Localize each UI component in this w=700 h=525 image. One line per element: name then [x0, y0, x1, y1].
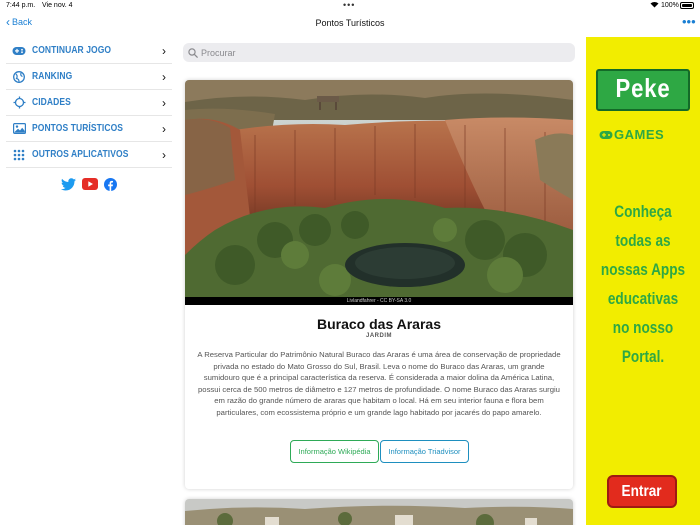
photo-credit: Livlandfahrer - CC BY-SA 3.0 — [185, 297, 573, 305]
gamepad-icon — [599, 127, 613, 145]
more-options-icon[interactable]: ••• — [682, 14, 696, 29]
battery-icon — [680, 2, 694, 9]
tripadvisor-info-button[interactable]: Informação Triadvisor — [380, 440, 469, 463]
multitask-dots-icon[interactable]: ••• — [343, 0, 355, 10]
search-bar[interactable] — [183, 43, 575, 62]
tourist-spot-photo — [185, 80, 573, 305]
spot-city: JARDIM — [365, 333, 392, 339]
sidebar-item-outros-aplicativos[interactable]: Outros aplicativos › — [6, 142, 172, 168]
chevron-right-icon: › — [162, 122, 166, 136]
facebook-icon[interactable] — [104, 178, 117, 191]
spot-description: A Reserva Particular do Patrimônio Natur… — [197, 350, 561, 417]
tourist-spot-photo-next — [185, 499, 573, 525]
status-bar: 7:44 p.m. Vie nov. 4 ••• 100% — [0, 0, 700, 12]
social-links — [6, 178, 172, 191]
navigation-bar: ‹ Back Pontos Turísticos ••• — [0, 12, 700, 36]
sidebar-item-continuar-jogo[interactable]: Continuar jogo › — [6, 38, 172, 64]
sidebar-item-label: Ranking — [32, 71, 73, 82]
logo-games-text: GAMES — [614, 127, 665, 142]
twitter-icon[interactable] — [61, 178, 76, 191]
sidebar-item-label: Cidades — [32, 97, 71, 108]
ad-banner[interactable]: Peke GAMES Conheça todas as nossas Apps … — [586, 37, 700, 525]
sidebar-menu: Continuar jogo › Ranking › Cidades › Pon… — [6, 38, 172, 191]
chevron-right-icon: › — [162, 96, 166, 110]
sidebar-item-label: Pontos turísticos — [32, 123, 124, 134]
ad-enter-label: Entrar — [621, 482, 663, 500]
tourist-spot-card-next[interactable] — [185, 499, 573, 525]
spot-title: Buraco das Araras — [317, 316, 441, 332]
gamepad-icon — [12, 44, 26, 58]
search-icon — [188, 47, 198, 58]
status-date: Vie nov. 4 — [42, 2, 73, 9]
status-time: 7:44 p.m. — [6, 2, 36, 9]
chevron-right-icon: › — [162, 44, 166, 58]
battery-percent: 100% — [661, 2, 679, 9]
wikipedia-info-button[interactable]: Informação Wikipédia — [290, 440, 379, 463]
globe-icon — [12, 70, 26, 84]
ad-enter-button[interactable]: Entrar — [607, 475, 677, 508]
chevron-right-icon: › — [162, 148, 166, 162]
sidebar-item-pontos-turisticos[interactable]: Pontos turísticos › — [6, 116, 172, 142]
chevron-right-icon: › — [162, 70, 166, 84]
crosshair-icon — [12, 96, 26, 110]
youtube-icon[interactable] — [82, 178, 98, 191]
sidebar-item-ranking[interactable]: Ranking › — [6, 64, 172, 90]
logo-peke-text: Peke — [615, 73, 671, 103]
app-screen: 7:44 p.m. Vie nov. 4 ••• 100% ‹ Back Pon… — [0, 0, 700, 525]
grid-icon — [12, 148, 26, 162]
page-title: Pontos Turísticos — [315, 18, 385, 28]
tourist-spot-card: Livlandfahrer - CC BY-SA 3.0 Buraco das … — [185, 80, 573, 489]
image-icon — [12, 122, 26, 136]
ad-message: Conheça todas as nossas Apps educativas … — [600, 202, 686, 366]
sidebar-item-label: Continuar jogo — [32, 45, 112, 56]
search-input[interactable] — [201, 47, 561, 58]
wifi-icon — [650, 1, 659, 10]
sidebar-item-cidades[interactable]: Cidades › — [6, 90, 172, 116]
sidebar-item-label: Outros aplicativos — [32, 149, 129, 160]
